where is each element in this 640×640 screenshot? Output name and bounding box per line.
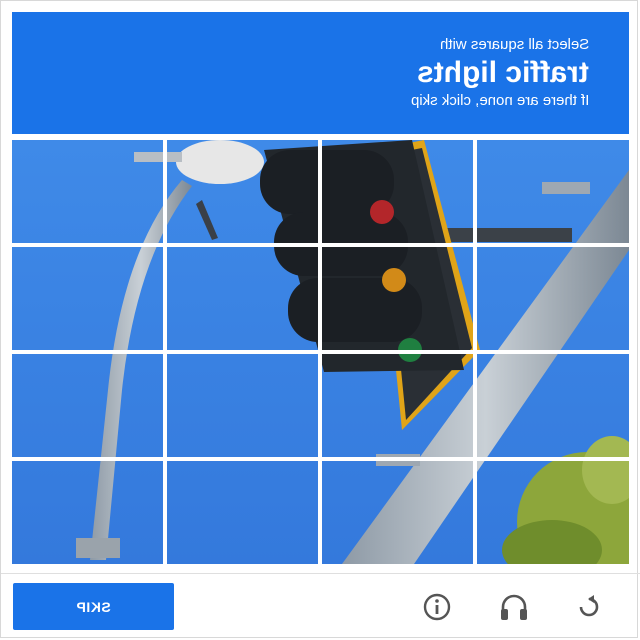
tile-r1-c2[interactable] [165,140,320,245]
reload-icon [579,595,599,617]
tile-r4-c3[interactable] [320,459,475,564]
skip-button-label: SKIP [76,598,111,615]
footer-divider [1,573,640,574]
tile-r1-c4[interactable] [475,140,629,245]
info-button[interactable] [419,589,455,625]
info-icon [423,593,451,621]
captcha-frame: Select all squares with traffic lights I… [0,0,640,638]
captcha-header: Select all squares with traffic lights I… [12,12,629,134]
tile-r4-c1[interactable] [12,459,165,564]
headphones-icon [501,594,527,620]
skip-hint-text: If there are none, click skip [410,92,589,109]
target-object-text: traffic lights [417,56,589,89]
tile-r3-c1[interactable] [12,352,165,459]
tile-r2-c4[interactable] [475,245,629,352]
tile-r2-c1[interactable] [12,245,165,352]
skip-button[interactable]: SKIP [13,583,174,630]
image-grid [12,140,629,564]
tile-r2-c3[interactable] [320,245,475,352]
tile-grid [12,140,629,564]
tile-r3-c4[interactable] [475,352,629,459]
tile-r4-c2[interactable] [165,459,320,564]
tile-r2-c2[interactable] [165,245,320,352]
tile-r4-c4[interactable] [475,459,629,564]
tile-r1-c1[interactable] [12,140,165,245]
tile-r3-c2[interactable] [165,352,320,459]
reload-button[interactable] [571,589,607,625]
tile-r3-c3[interactable] [320,352,475,459]
tile-r1-c3[interactable] [320,140,475,245]
instruction-text: Select all squares with [439,36,589,53]
audio-button[interactable] [496,589,532,625]
